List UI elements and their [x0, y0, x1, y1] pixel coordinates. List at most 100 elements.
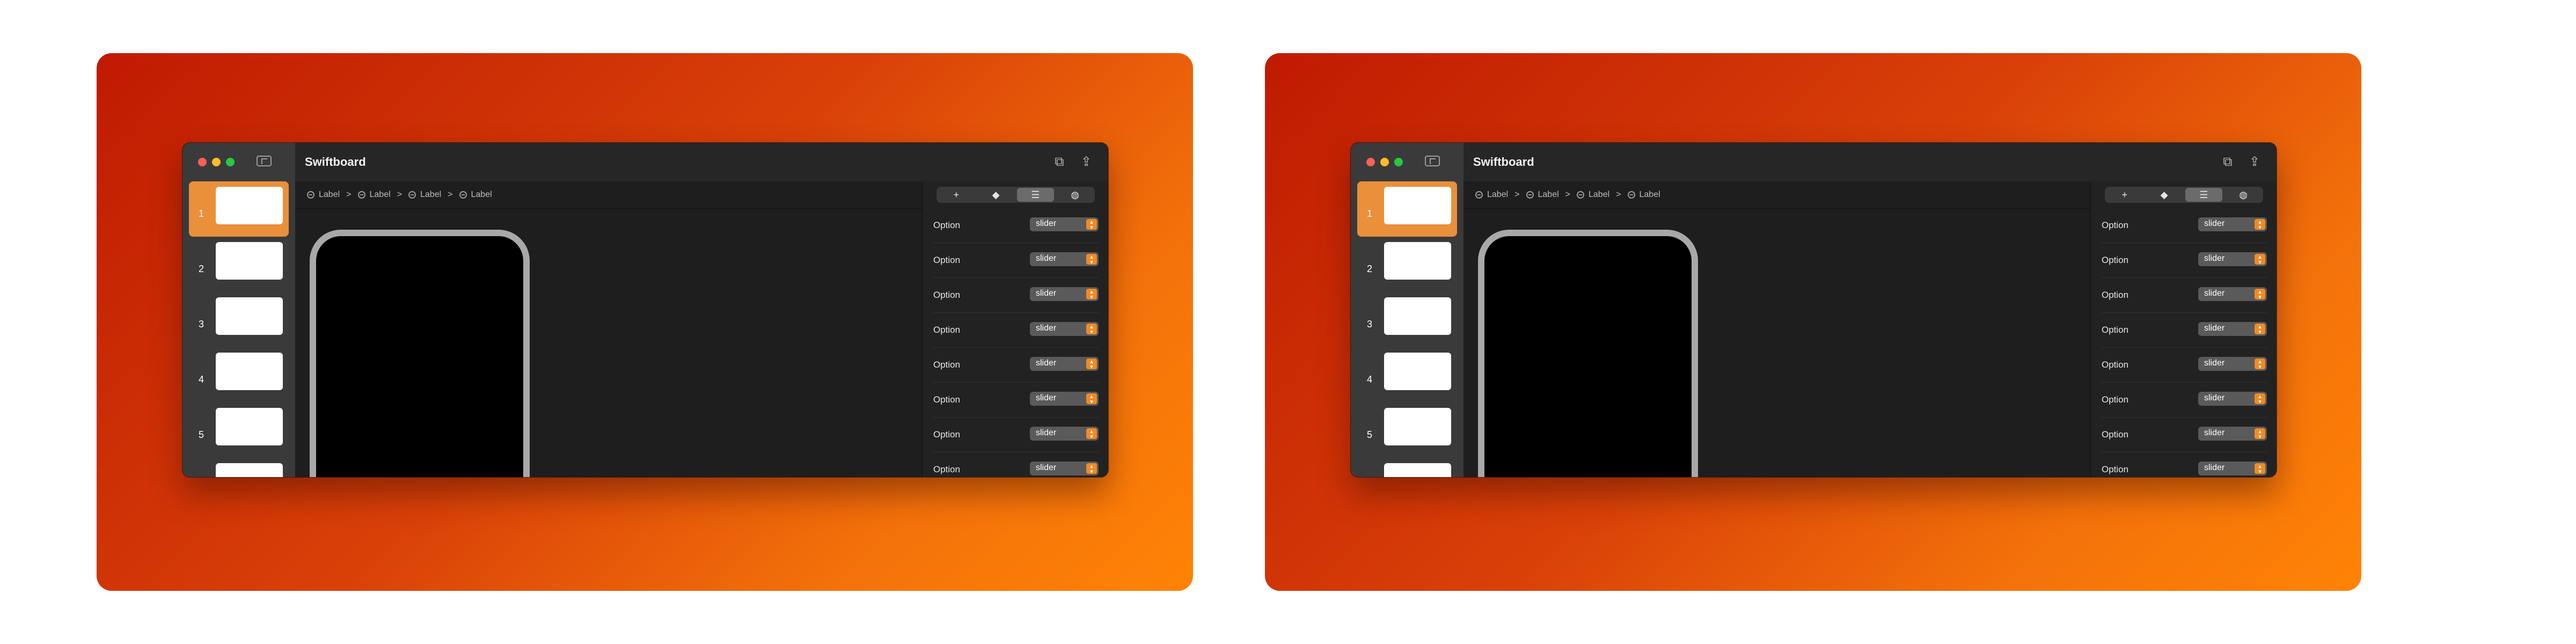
breadcrumb-item[interactable]: Label — [307, 190, 340, 200]
documents-icon[interactable]: ⧉ — [2220, 153, 2236, 171]
slide-item[interactable]: 4 — [182, 347, 295, 402]
layers-icon[interactable]: ◆ — [2146, 188, 2183, 202]
option-select[interactable]: slider ▴ ▾ — [1030, 427, 1099, 441]
option-row: Option slider ▴ ▾ — [933, 418, 1099, 452]
option-select[interactable]: slider ▴ ▾ — [1030, 392, 1099, 406]
share-icon[interactable]: ⇪ — [1078, 153, 1094, 171]
app-title: Swiftboard — [305, 155, 366, 169]
slide-thumbnail[interactable] — [216, 408, 283, 445]
option-label: Option — [2102, 290, 2129, 300]
slide-thumbnail[interactable] — [216, 242, 283, 280]
slide-sidebar: 1 2 3 4 5 — [182, 143, 296, 477]
list-icon[interactable]: ☰ — [1016, 188, 1055, 202]
breadcrumb-label: Label — [420, 190, 442, 199]
documents-icon[interactable]: ⧉ — [1051, 153, 1067, 171]
slide-number: 3 — [1367, 319, 1373, 330]
slide-item[interactable]: 1 — [189, 181, 289, 237]
slide-thumbnail[interactable] — [1384, 408, 1451, 445]
option-label: Option — [933, 325, 961, 335]
list-icon[interactable]: ☰ — [2185, 188, 2223, 202]
slide-thumbnail[interactable] — [1384, 187, 1451, 224]
option-row: Option slider ▴ ▾ — [2102, 243, 2267, 278]
slide-number: 4 — [1367, 374, 1373, 385]
close-window-button[interactable] — [1366, 158, 1375, 166]
globe-icon[interactable]: ◍ — [2224, 188, 2262, 202]
slide-thumbnail[interactable] — [1384, 242, 1451, 280]
inspector-tabs: + ◆ ☰ ◍ — [2105, 187, 2263, 203]
option-select[interactable]: slider ▴ ▾ — [1030, 252, 1099, 266]
option-row: Option slider ▴ ▾ — [2102, 313, 2267, 348]
slide-thumbnail[interactable] — [216, 353, 283, 390]
breadcrumb-item[interactable]: Label — [1475, 190, 1508, 200]
add-slide-icon[interactable] — [257, 156, 272, 166]
slide-number: 1 — [199, 208, 204, 219]
slide-item[interactable] — [182, 458, 295, 477]
phone-frame[interactable] — [1478, 230, 1698, 477]
slide-thumbnail[interactable] — [1384, 353, 1451, 390]
slide-thumbnail[interactable] — [1384, 463, 1451, 477]
plus-icon[interactable]: + — [2106, 188, 2143, 202]
option-select[interactable]: slider ▴ ▾ — [2198, 287, 2267, 301]
option-select[interactable]: slider ▴ ▾ — [2198, 427, 2267, 441]
breadcrumb-label: Label — [1487, 190, 1509, 199]
option-value: slider — [2204, 289, 2225, 298]
option-select[interactable]: slider ▴ ▾ — [1030, 357, 1099, 371]
plus-icon[interactable]: + — [938, 188, 975, 202]
breadcrumb-item[interactable]: Label — [408, 190, 441, 200]
slide-thumbnail[interactable] — [216, 463, 283, 477]
option-row: Option slider ▴ ▾ — [2102, 452, 2267, 477]
slide-item[interactable]: 1 — [1357, 181, 1457, 237]
inspector-tabs: + ◆ ☰ ◍ — [936, 187, 1095, 203]
chevron-updown-icon: ▴ ▾ — [2255, 254, 2265, 266]
breadcrumb-item[interactable]: Label — [459, 190, 492, 200]
slide-item[interactable]: 2 — [1351, 237, 1463, 292]
option-select[interactable]: slider ▴ ▾ — [1030, 462, 1099, 475]
option-value: slider — [1036, 393, 1057, 402]
slide-number: 2 — [199, 264, 204, 274]
minimize-window-button[interactable] — [212, 158, 221, 166]
option-select[interactable]: slider ▴ ▾ — [2198, 217, 2267, 231]
slide-thumbnail[interactable] — [1384, 297, 1451, 335]
globe-icon[interactable]: ◍ — [1056, 188, 1094, 202]
inspector-panel: + ◆ ☰ ◍ Option slider ▴ ▾ Option slider ▴ ▾ Option s… — [922, 181, 1108, 477]
breadcrumb-item[interactable]: Label — [1577, 190, 1609, 200]
breadcrumb-item[interactable]: Label — [1627, 190, 1660, 200]
slide-thumbnail[interactable] — [216, 297, 283, 335]
slide-item[interactable]: 5 — [1351, 402, 1463, 458]
option-select[interactable]: slider ▴ ▾ — [2198, 462, 2267, 475]
phone-frame[interactable] — [310, 230, 530, 477]
breadcrumb-item[interactable]: Label — [357, 190, 391, 200]
minimize-window-button[interactable] — [1380, 158, 1389, 166]
slide-item[interactable]: 4 — [1351, 347, 1463, 402]
option-value: slider — [2204, 219, 2225, 228]
breadcrumb-label: Label — [1589, 190, 1610, 199]
zoom-window-button[interactable] — [1394, 158, 1403, 166]
option-value: slider — [1036, 324, 1057, 333]
breadcrumb-separator: > — [1514, 190, 1520, 199]
option-label: Option — [2102, 464, 2129, 474]
option-select[interactable]: slider ▴ ▾ — [2198, 392, 2267, 406]
slide-thumbnail[interactable] — [216, 187, 283, 224]
chevron-updown-icon: ▴ ▾ — [1086, 289, 1097, 301]
slide-item[interactable]: 3 — [1351, 292, 1463, 347]
option-select[interactable]: slider ▴ ▾ — [2198, 252, 2267, 266]
breadcrumb-separator: > — [346, 190, 352, 199]
add-slide-icon[interactable] — [1425, 156, 1440, 166]
zoom-window-button[interactable] — [226, 158, 235, 166]
slide-item[interactable] — [1351, 458, 1463, 477]
option-select[interactable]: slider ▴ ▾ — [2198, 322, 2267, 336]
breadcrumb-item[interactable]: Label — [1526, 190, 1559, 200]
close-window-button[interactable] — [198, 158, 207, 166]
option-select[interactable]: slider ▴ ▾ — [2198, 357, 2267, 371]
option-label: Option — [933, 290, 961, 300]
layers-icon[interactable]: ◆ — [977, 188, 1015, 202]
option-select[interactable]: slider ▴ ▾ — [1030, 217, 1099, 231]
option-select[interactable]: slider ▴ ▾ — [1030, 322, 1099, 336]
share-icon[interactable]: ⇪ — [2246, 153, 2263, 171]
slide-item[interactable]: 5 — [182, 402, 295, 458]
component-icon — [1577, 191, 1584, 199]
app-title: Swiftboard — [1473, 155, 1534, 169]
option-select[interactable]: slider ▴ ▾ — [1030, 287, 1099, 301]
slide-item[interactable]: 3 — [182, 292, 295, 347]
slide-item[interactable]: 2 — [182, 237, 295, 292]
